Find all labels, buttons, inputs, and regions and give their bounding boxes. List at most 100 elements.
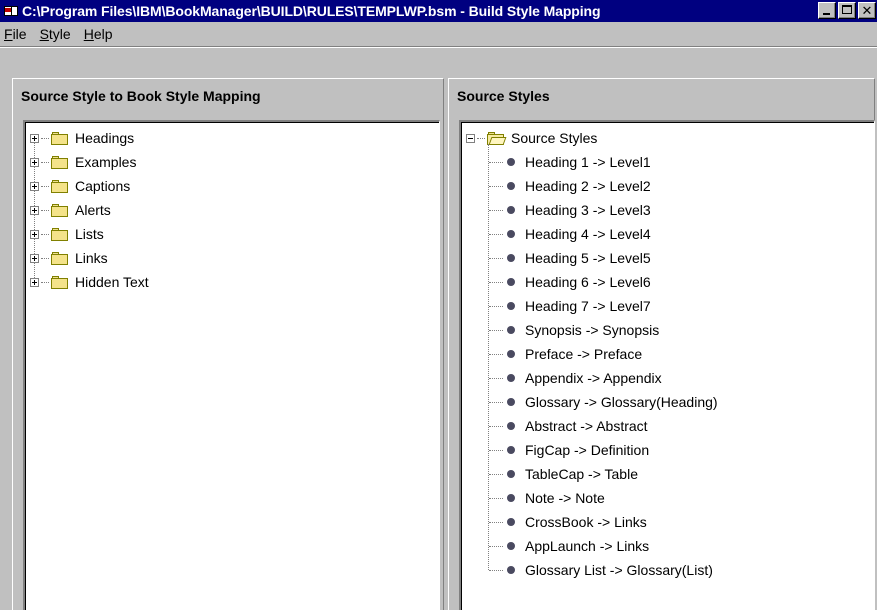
menu-help[interactable]: Help: [84, 26, 120, 42]
source-style-label: AppLaunch -> Links: [525, 538, 650, 554]
tree-item-lists[interactable]: Lists: [30, 222, 104, 246]
tree-item-label: Alerts: [75, 202, 111, 218]
source-styles-tree[interactable]: Source Styles Heading 1 -> Level1 Heading …: [459, 120, 875, 610]
bullet-icon: [507, 374, 515, 382]
source-style-item[interactable]: TableCap -> Table: [489, 462, 638, 486]
source-style-item[interactable]: Heading 2 -> Level2: [489, 174, 651, 198]
source-style-item[interactable]: Synopsis -> Synopsis: [489, 318, 659, 342]
source-style-label: Heading 3 -> Level3: [525, 202, 651, 218]
bullet-icon: [507, 230, 515, 238]
minimize-button[interactable]: [818, 2, 836, 19]
folder-icon: [51, 275, 69, 289]
bookmanager-app-icon[interactable]: [3, 3, 19, 19]
tree-item-label: Lists: [75, 226, 104, 242]
close-button[interactable]: ✕: [858, 2, 876, 19]
expand-plus-icon[interactable]: [30, 133, 39, 143]
source-style-label: Abstract -> Abstract: [525, 418, 648, 434]
build-style-mapping-window: C:\Program Files\IBM\BookManager\BUILD\R…: [0, 0, 877, 610]
menu-file-label: ile: [12, 26, 27, 42]
menu-style[interactable]: Style: [40, 26, 78, 42]
tree-item-label: Captions: [75, 178, 131, 194]
menu-style-label: tyle: [48, 26, 71, 42]
bullet-icon: [507, 566, 515, 574]
bullet-icon: [507, 254, 515, 262]
right-panel-heading: Source Styles: [457, 88, 550, 104]
tree-item-headings[interactable]: Headings: [30, 126, 134, 150]
source-style-item[interactable]: Heading 4 -> Level4: [489, 222, 651, 246]
maximize-button[interactable]: [838, 2, 856, 19]
menu-help-mnemonic: H: [83, 26, 94, 42]
source-style-label: Glossary List -> Glossary(List): [525, 562, 713, 578]
source-style-label: Appendix -> Appendix: [525, 370, 662, 386]
open-folder-icon: [487, 131, 507, 145]
tree-item-captions[interactable]: Captions: [30, 174, 130, 198]
tree-item-alerts[interactable]: Alerts: [30, 198, 111, 222]
source-style-item[interactable]: Heading 6 -> Level6: [489, 270, 651, 294]
expand-plus-icon[interactable]: [30, 229, 39, 239]
bullet-icon: [507, 302, 515, 310]
bullet-icon: [507, 350, 515, 358]
menu-bar: File Style Help: [0, 22, 877, 46]
tree-item-label: Examples: [75, 154, 137, 170]
folder-icon: [51, 131, 69, 145]
bullet-icon: [507, 494, 515, 502]
style-mapping-tree[interactable]: Headings Examples Captions Alerts Lists Links…: [23, 120, 440, 610]
maximize-icon: [842, 5, 852, 14]
bullet-icon: [507, 518, 515, 526]
source-style-label: TableCap -> Table: [525, 466, 638, 482]
bullet-icon: [507, 182, 515, 190]
source-style-label: Synopsis -> Synopsis: [525, 322, 660, 338]
folder-icon: [51, 251, 69, 265]
source-style-item[interactable]: Appendix -> Appendix: [489, 366, 662, 390]
expand-plus-icon[interactable]: [30, 181, 39, 191]
source-style-item[interactable]: Heading 7 -> Level7: [489, 294, 651, 318]
menu-file[interactable]: File: [4, 26, 34, 42]
collapse-minus-icon[interactable]: [466, 133, 475, 143]
menu-help-label: elp: [93, 26, 113, 42]
source-style-label: Glossary -> Glossary(Heading): [525, 394, 718, 410]
source-style-item[interactable]: AppLaunch -> Links: [489, 534, 649, 558]
menu-file-mnemonic: F: [4, 26, 13, 42]
source-style-item[interactable]: Abstract -> Abstract: [489, 414, 648, 438]
minimize-icon: [823, 13, 830, 15]
tree-item-links[interactable]: Links: [30, 246, 108, 270]
bullet-icon: [507, 398, 515, 406]
source-style-item[interactable]: Heading 3 -> Level3: [489, 198, 651, 222]
tree-item-hidden-text[interactable]: Hidden Text: [30, 270, 149, 294]
folder-icon: [51, 155, 69, 169]
folder-icon: [51, 179, 69, 193]
source-style-label: Heading 4 -> Level4: [525, 226, 651, 242]
source-style-item[interactable]: Glossary -> Glossary(Heading): [489, 390, 718, 414]
source-style-item[interactable]: Heading 1 -> Level1: [489, 150, 651, 174]
source-style-label: Heading 2 -> Level2: [525, 178, 651, 194]
source-style-label: Heading 6 -> Level6: [525, 274, 651, 290]
source-style-label: Preface -> Preface: [525, 346, 643, 362]
source-style-item[interactable]: Preface -> Preface: [489, 342, 642, 366]
bullet-icon: [507, 470, 515, 478]
bullet-icon: [507, 158, 515, 166]
folder-icon: [51, 227, 69, 241]
close-icon: ✕: [861, 3, 873, 18]
expand-plus-icon[interactable]: [30, 277, 39, 287]
tree-item-label: Links: [75, 250, 108, 266]
source-style-label: Heading 5 -> Level5: [525, 250, 651, 266]
tree-root-source-styles[interactable]: Source Styles: [466, 126, 597, 150]
source-style-item[interactable]: Glossary List -> Glossary(List): [489, 558, 713, 582]
source-style-item[interactable]: FigCap -> Definition: [489, 438, 649, 462]
expand-plus-icon[interactable]: [30, 157, 39, 167]
tree-item-examples[interactable]: Examples: [30, 150, 136, 174]
expand-plus-icon[interactable]: [30, 253, 39, 263]
source-style-label: Heading 7 -> Level7: [525, 298, 651, 314]
source-style-label: CrossBook -> Links: [525, 514, 647, 530]
expand-plus-icon[interactable]: [30, 205, 39, 215]
source-style-label: Note -> Note: [525, 490, 605, 506]
source-style-item[interactable]: Note -> Note: [489, 486, 605, 510]
source-style-item[interactable]: Heading 5 -> Level5: [489, 246, 651, 270]
source-style-item[interactable]: CrossBook -> Links: [489, 510, 647, 534]
window-title: C:\Program Files\IBM\BookManager\BUILD\R…: [22, 3, 601, 19]
folder-icon: [51, 203, 69, 217]
menu-separator: [0, 46, 877, 48]
title-bar[interactable]: C:\Program Files\IBM\BookManager\BUILD\R…: [0, 0, 877, 22]
tree-item-label: Headings: [75, 130, 135, 146]
bullet-icon: [507, 422, 515, 430]
